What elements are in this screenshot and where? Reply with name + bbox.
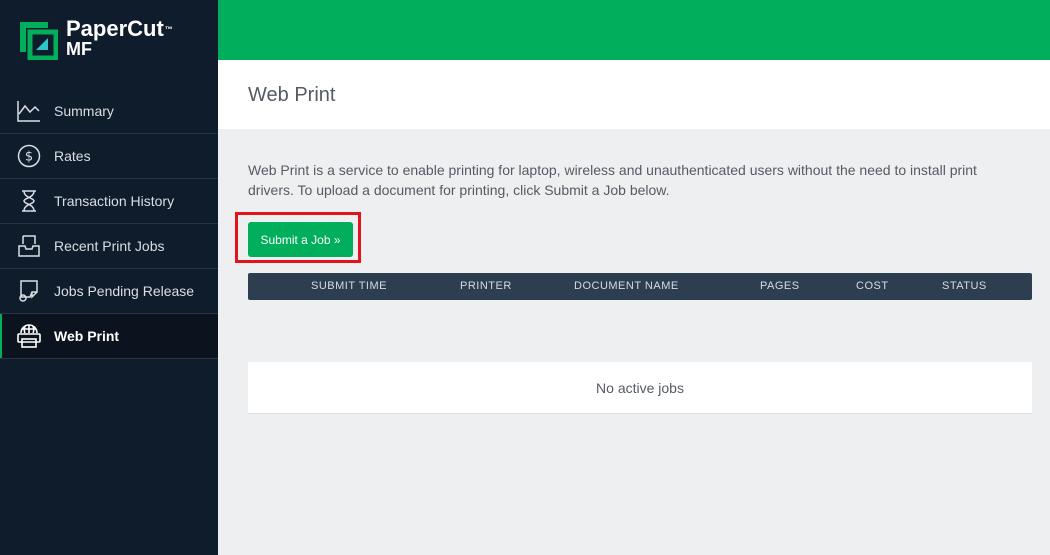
logo-wordmark: PaperCut™ MF	[66, 16, 173, 59]
column-header-pages[interactable]: PAGES	[760, 273, 800, 300]
logo-name: PaperCut	[66, 16, 164, 41]
svg-text:$: $	[25, 150, 33, 165]
column-header-cost[interactable]: COST	[856, 273, 889, 300]
pending-printer-icon	[16, 278, 42, 304]
title-bar: Web Print	[218, 60, 1050, 129]
sidebar-item-label: Rates	[54, 148, 91, 164]
hourglass-icon	[16, 188, 42, 214]
sidebar-item-transaction-history[interactable]: Transaction History	[0, 179, 218, 224]
column-header-document-name[interactable]: DOCUMENT NAME	[574, 273, 679, 300]
sidebar-item-label: Jobs Pending Release	[54, 283, 195, 299]
sidebar-item-rates[interactable]: $ Rates	[0, 134, 218, 179]
sidebar-item-label: Web Print	[54, 328, 120, 344]
sidebar-item-web-print[interactable]: Web Print	[0, 314, 218, 359]
sidebar: PaperCut™ MF Summary $ Rates Transaction…	[0, 0, 218, 555]
main-content: Web Print is a service to enable printin…	[218, 129, 1050, 555]
dollar-circle-icon: $	[16, 143, 42, 169]
submit-job-button[interactable]: Submit a Job »	[248, 222, 353, 257]
empty-jobs-message: No active jobs	[248, 362, 1032, 414]
page-title: Web Print	[248, 84, 336, 106]
line-chart-icon	[16, 98, 42, 124]
sidebar-item-label: Transaction History	[54, 193, 175, 209]
column-header-status[interactable]: STATUS	[942, 273, 987, 300]
web-printer-icon	[16, 323, 42, 349]
logo-sub: MF	[66, 39, 92, 59]
sidebar-item-jobs-pending-release[interactable]: Jobs Pending Release	[0, 269, 218, 314]
inbox-tray-icon	[16, 233, 42, 259]
logo-trademark: ™	[164, 25, 173, 34]
sidebar-item-label: Summary	[54, 103, 114, 119]
top-bar	[218, 0, 1050, 60]
jobs-table-header: SUBMIT TIME PRINTER DOCUMENT NAME PAGES …	[248, 273, 1032, 300]
sidebar-item-recent-print-jobs[interactable]: Recent Print Jobs	[0, 224, 218, 269]
papercut-logo-icon	[20, 22, 58, 60]
sidebar-item-summary[interactable]: Summary	[0, 89, 218, 134]
sidebar-nav: Summary $ Rates Transaction History Rece…	[0, 89, 218, 359]
sidebar-item-label: Recent Print Jobs	[54, 238, 165, 254]
column-header-submit-time[interactable]: SUBMIT TIME	[311, 273, 387, 300]
column-header-printer[interactable]: PRINTER	[460, 273, 512, 300]
papercut-logo[interactable]: PaperCut™ MF	[18, 18, 208, 62]
page-description: Web Print is a service to enable printin…	[248, 162, 977, 198]
